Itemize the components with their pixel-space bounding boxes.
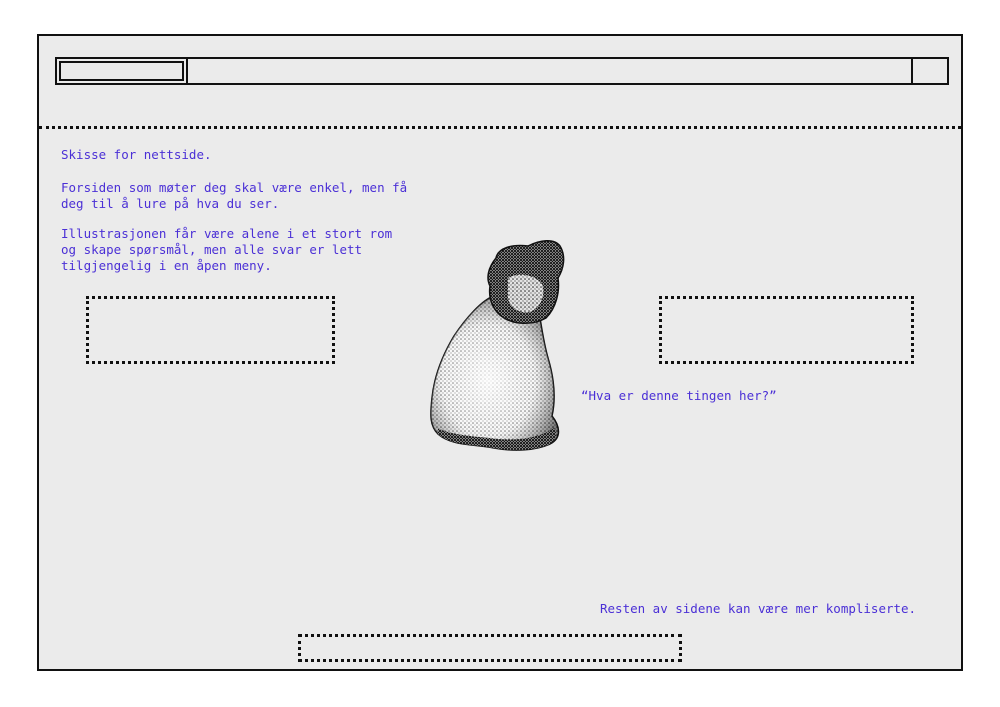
frame-right-dashed-border	[961, 34, 963, 128]
sketch-title-note: Skisse for nettside.	[61, 147, 212, 162]
logo-placeholder[interactable]	[57, 59, 188, 83]
question-note: “Hva er denne tingen her?”	[581, 388, 777, 403]
cat-figurine-icon	[430, 240, 565, 451]
rest-of-pages-note: Resten av sidene kan være mer komplisert…	[600, 601, 917, 616]
header-divider	[39, 126, 961, 129]
address-bar[interactable]	[55, 57, 949, 85]
intro-note: Forsiden som møter deg skal være enkel, …	[61, 180, 408, 211]
illustration-note: Illustrasjonen får være alene i et stort…	[61, 226, 393, 273]
logo-placeholder-inner	[59, 61, 184, 81]
menu-button-placeholder[interactable]	[911, 59, 947, 83]
left-placeholder-box[interactable]	[86, 296, 335, 364]
frame-left-dashed-border	[37, 34, 39, 128]
right-placeholder-box[interactable]	[659, 296, 914, 364]
bottom-placeholder-box[interactable]	[298, 634, 682, 662]
frame-top-border	[37, 34, 963, 36]
